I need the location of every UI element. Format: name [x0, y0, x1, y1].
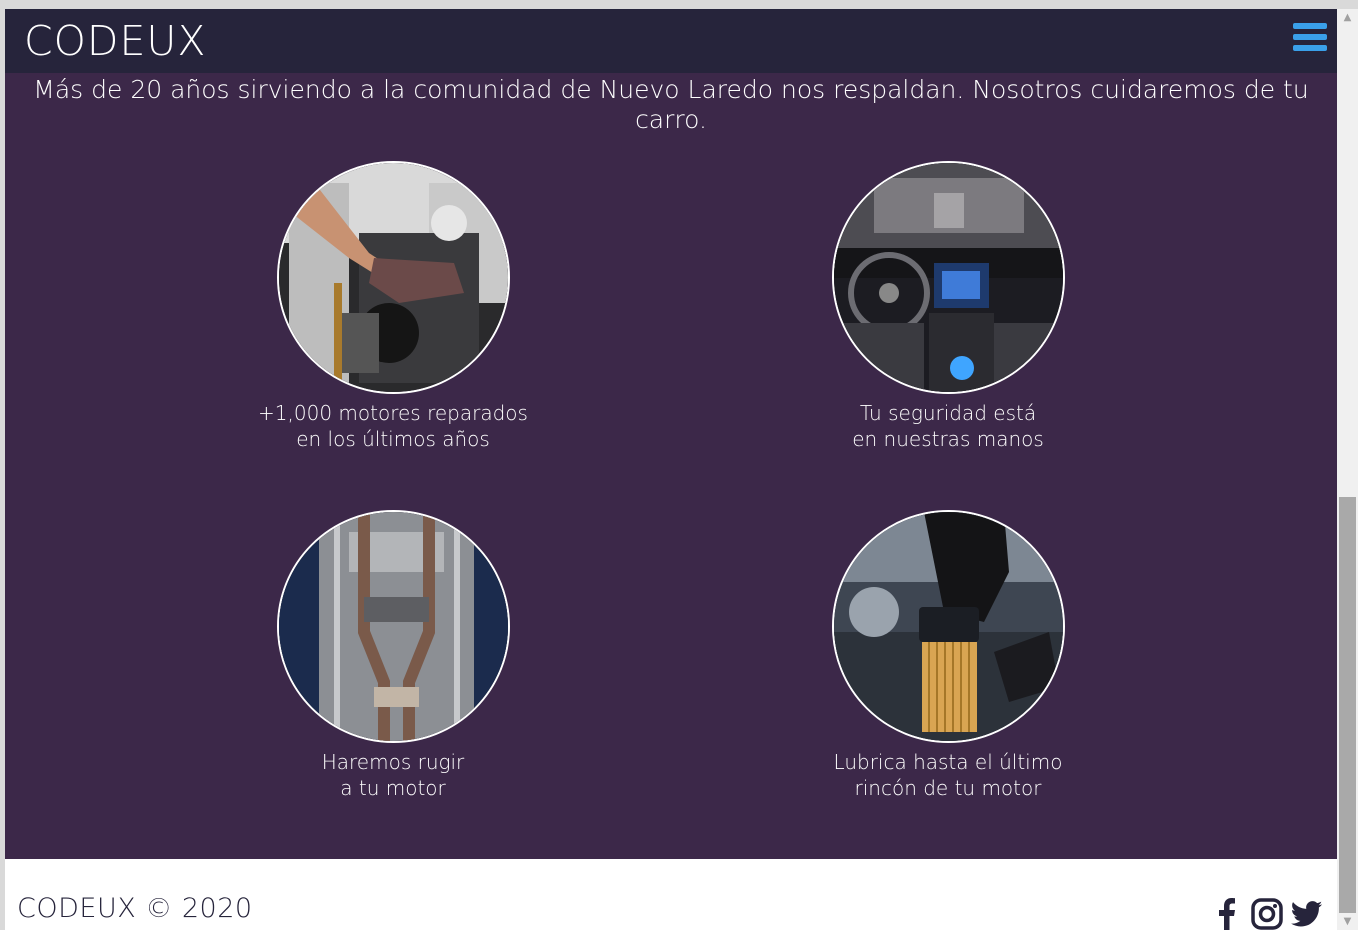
feature-caption-line2: rincón de tu motor — [854, 776, 1042, 800]
feature-caption-line1: Lubrica hasta el último — [833, 750, 1063, 774]
feature-caption-line1: Tu seguridad está — [859, 401, 1037, 425]
feature-card-exhaust: Haremos rugir a tu motor — [213, 510, 573, 801]
scrollbar-thumb[interactable] — [1339, 497, 1356, 913]
feature-caption-line1: Haremos rugir — [321, 750, 465, 774]
engine-repair-image — [276, 161, 510, 394]
feature-card-lubrication: Lubrica hasta el último rincón de tu mot… — [768, 510, 1128, 801]
feature-card-safety: Tu seguridad está en nuestras manos — [768, 161, 1128, 452]
twitter-icon[interactable] — [1291, 897, 1323, 930]
facebook-icon[interactable] — [1211, 897, 1243, 930]
exhaust-image — [276, 510, 510, 743]
feature-card-engines: +1,000 motores reparados en los últimos … — [213, 161, 573, 452]
car-interior-image — [831, 161, 1065, 394]
page: CODEUX Más de 20 años sirviendo a la com… — [5, 9, 1337, 930]
instagram-icon[interactable] — [1251, 897, 1283, 930]
footer: CODEUX © 2020 — [5, 859, 1337, 930]
vertical-scrollbar[interactable]: ▲ ▼ — [1337, 9, 1358, 930]
scroll-up-arrow-icon[interactable]: ▲ — [1337, 9, 1358, 26]
scroll-down-arrow-icon[interactable]: ▼ — [1337, 913, 1358, 930]
feature-caption-line2: en los últimos años — [296, 427, 490, 451]
feature-caption-line2: en nuestras manos — [852, 427, 1044, 451]
social-links — [1211, 897, 1323, 930]
feature-caption-line1: +1,000 motores reparados — [258, 401, 528, 425]
feature-caption-line2: a tu motor — [340, 776, 446, 800]
oil-filter-image — [831, 510, 1065, 743]
features-grid: +1,000 motores reparados en los últimos … — [5, 9, 1337, 859]
copyright-text: CODEUX © 2020 — [17, 893, 253, 924]
